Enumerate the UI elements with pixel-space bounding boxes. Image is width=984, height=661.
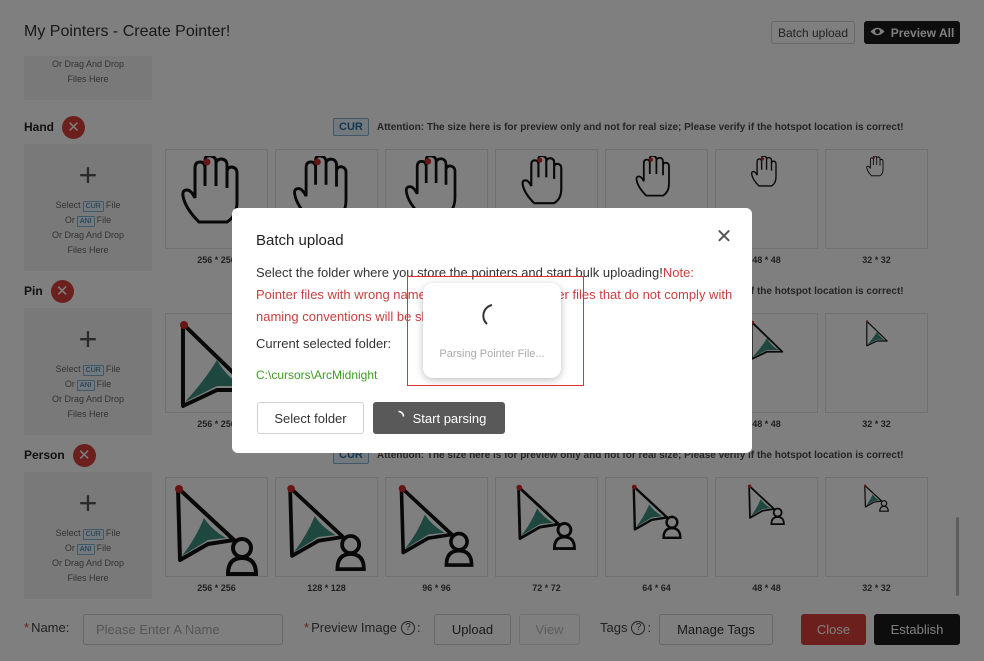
current-folder-path: C:\cursors\ArcMidnight bbox=[256, 368, 378, 382]
spinner-icon bbox=[392, 410, 405, 426]
start-parsing-button[interactable]: Start parsing bbox=[373, 402, 505, 434]
select-folder-label: Select folder bbox=[274, 410, 347, 426]
select-folder-button[interactable]: Select folder bbox=[257, 402, 364, 434]
start-parsing-label: Start parsing bbox=[412, 410, 487, 426]
close-icon[interactable]: ✕ bbox=[714, 226, 734, 248]
current-folder-label: Current selected folder: bbox=[256, 336, 392, 351]
highlight-box bbox=[407, 276, 584, 386]
dialog-title: Batch upload bbox=[256, 232, 344, 249]
